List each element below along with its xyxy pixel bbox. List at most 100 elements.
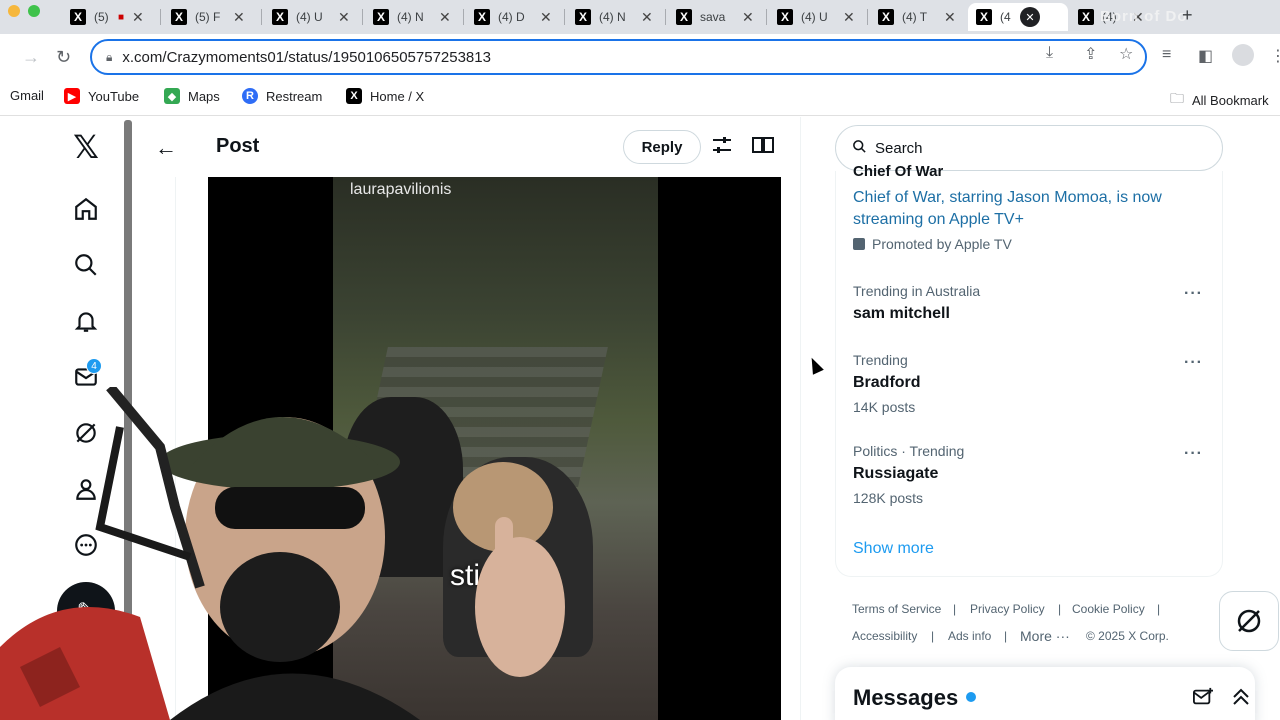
address-bar[interactable]: 🔒︎ x.com/Crazymoments01/status/195010650… [90,39,1147,75]
browser-tab[interactable]: X (4) D ✕ [466,3,560,31]
back-arrow-icon[interactable]: ← [155,135,177,161]
search-icon [852,139,867,158]
restream-icon: R [242,88,258,104]
browser-tab[interactable]: X (5) ■ ✕ [62,3,152,31]
share-icon[interactable]: ⇪ [1084,44,1097,64]
profile-avatar-icon[interactable] [1232,44,1254,66]
url-text[interactable]: x.com/Crazymoments01/status/195010650575… [122,49,491,66]
expand-chevron-up-icon[interactable] [1231,687,1251,712]
browser-tab[interactable]: X sava ✕ [668,3,762,31]
left-scrollbar[interactable] [124,120,132,720]
browser-tab[interactable]: X (4) U ✕ [264,3,358,31]
x-logo-icon: X [676,9,692,25]
close-icon[interactable]: ✕ [843,9,855,26]
explore-search-icon[interactable] [70,249,102,281]
reply-button[interactable]: Reply [623,130,701,164]
footer-privacy-link[interactable]: Privacy Policy [970,602,1045,616]
promo-title[interactable]: Chief Of War [853,163,943,177]
close-icon[interactable]: ✕ [540,9,552,26]
trend-name[interactable]: Bradford [853,374,921,392]
bookmark-maps[interactable]: ◆ Maps [164,88,220,104]
filter-sliders-icon[interactable] [712,136,732,159]
close-icon[interactable]: ✕ [742,9,754,26]
grok-icon[interactable] [70,417,102,449]
profile-icon[interactable] [70,473,102,505]
close-icon[interactable]: ✕ [944,9,956,26]
trend-more-icon[interactable]: ··· [1184,285,1203,303]
messages-title: Messages [853,685,959,710]
browser-tab[interactable]: X (5) F ✕ [163,3,253,31]
bookmark-youtube[interactable]: ▶ YouTube [64,88,139,104]
grok-float-button[interactable] [1219,591,1279,651]
messages-drawer[interactable]: Messages [835,667,1255,720]
footer-accessibility-link[interactable]: Accessibility [852,629,917,643]
browser-tab-active[interactable]: X (4 ✕ [968,3,1068,31]
all-bookmarks[interactable]: 🗀 All Bookmark [1170,88,1269,112]
close-icon[interactable]: ✕ [132,9,144,26]
bookmark-label: All Bookmark [1192,92,1269,108]
x-home-logo-icon[interactable]: 𝕏 [70,129,102,165]
forward-arrow-icon[interactable]: → [22,47,40,68]
trend-more-icon[interactable]: ··· [1184,354,1203,372]
close-icon[interactable]: ✕ [1020,7,1040,27]
x-page: 𝕏 4 ✎ ← Post Reply laurapavilionis stick… [0,117,1280,720]
browser-tab[interactable]: X (4) N ✕ [365,3,459,31]
bookmark-gmail[interactable]: Gmail [10,88,44,103]
close-icon[interactable]: ✕ [233,9,245,26]
show-more-link[interactable]: Show more [853,540,934,558]
bookmark-label: Gmail [10,88,44,103]
close-icon[interactable]: ✕ [641,9,653,26]
side-panel-icon[interactable]: ◧ [1198,46,1213,66]
promoted-by-label: Promoted by Apple TV [872,236,1012,252]
footer-cookie-link[interactable]: Cookie Policy [1072,602,1145,616]
promoted-icon [853,238,865,250]
compose-post-button[interactable]: ✎ [57,582,115,640]
bookmarks-bar: Gmail ▶ YouTube ◆ Maps R Restream X Home… [0,80,1280,116]
browser-tab[interactable]: X (4) N ✕ [567,3,661,31]
window-maximize-button[interactable] [28,5,40,17]
lock-icon: 🔒︎ [106,49,113,64]
x-logo-icon: X [373,9,389,25]
home-icon[interactable] [70,193,102,225]
x-logo-icon: X [575,9,591,25]
footer-more-link[interactable]: More ··· [1020,628,1070,644]
footer-terms-link[interactable]: Terms of Service [852,602,941,616]
bookmark-label: Home / X [370,88,425,104]
install-icon[interactable]: ⤓ [1046,44,1053,62]
trend-more-icon[interactable]: ··· [1184,445,1203,463]
bookmark-label: Maps [188,88,220,104]
window-minimize-button[interactable] [8,5,20,17]
trend-name[interactable]: Russiagate [853,465,938,483]
maps-icon: ◆ [164,88,180,104]
bookmark-home-x[interactable]: X Home / X [346,88,424,104]
close-icon[interactable]: ✕ [338,9,350,26]
browser-tab-bar: X (5) ■ ✕ X (5) F ✕ X (4) U ✕ X (4) N ✕ … [0,0,1280,34]
trend-name[interactable]: sam mitchell [853,305,950,323]
trend-category: Trending [853,352,908,368]
browser-tab[interactable]: X (4) T ✕ [870,3,964,31]
more-options-icon[interactable] [70,529,102,561]
x-logo-icon: X [1078,9,1094,25]
x-logo-icon: X [346,88,362,104]
bookmark-restream[interactable]: R Restream [242,88,322,104]
close-icon[interactable]: ✕ [439,9,451,26]
notifications-bell-icon[interactable] [70,305,102,337]
promoted-by[interactable]: Promoted by Apple TV [853,236,1012,252]
new-message-icon[interactable] [1192,687,1214,712]
reading-list-icon[interactable]: ≡ [1162,46,1171,64]
reader-book-icon[interactable] [752,136,774,159]
reload-icon[interactable]: ↻ [56,47,71,68]
post-video[interactable]: laurapavilionis sticks [208,177,781,720]
new-tab-button[interactable]: + [1182,5,1193,26]
x-logo-icon: X [878,9,894,25]
footer-copyright: © 2025 X Corp. [1086,629,1169,643]
footer-ads-link[interactable]: Ads info [948,629,991,643]
browser-toolbar: → ↻ 🔒︎ x.com/Crazymoments01/status/19501… [0,34,1280,80]
menu-icon[interactable]: ⋮ [1270,46,1280,66]
promo-description[interactable]: Chief of War, starring Jason Momoa, is n… [853,187,1203,231]
grok-icon [1237,609,1261,633]
browser-tab[interactable]: X (4) U ✕ [769,3,863,31]
bookmark-label: Restream [266,88,323,104]
page-title: Post [216,135,260,157]
bookmark-star-icon[interactable]: ☆ [1119,44,1133,64]
